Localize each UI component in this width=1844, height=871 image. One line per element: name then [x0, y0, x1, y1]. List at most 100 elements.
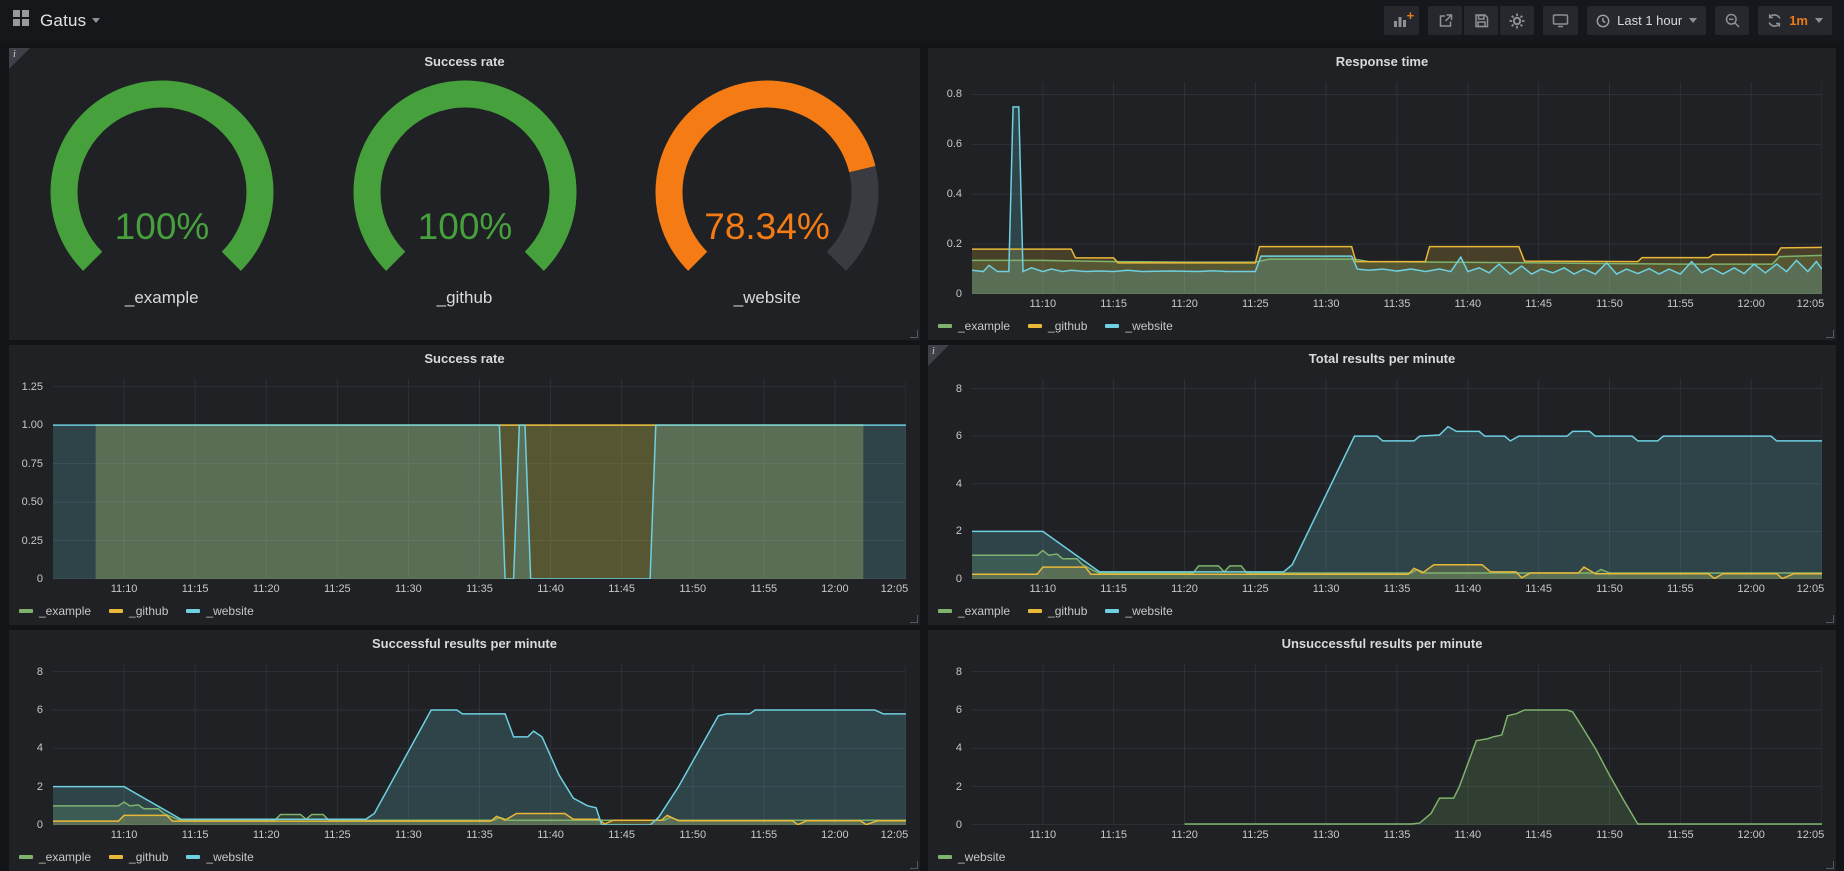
x-tick-label: 11:40 [537, 583, 564, 595]
legend-color-dash [186, 855, 200, 859]
share-button[interactable] [1428, 6, 1462, 35]
gauge-label: _website [617, 288, 917, 308]
y-tick-label: 0.6 [947, 138, 962, 150]
x-tick-label: 11:10 [1029, 829, 1056, 841]
x-tick-label: 11:50 [1596, 829, 1623, 841]
x-tick-label: 11:40 [1454, 829, 1481, 841]
tv-mode-button[interactable] [1543, 6, 1578, 35]
legend-item-_example[interactable]: _example [19, 850, 91, 864]
legend-item-_website[interactable]: _website [1105, 319, 1172, 333]
legend-label: _website [1125, 319, 1172, 333]
legend-color-dash [109, 609, 123, 613]
x-axis-labels: 11:1011:1511:2011:2511:3011:3511:4011:45… [972, 829, 1822, 843]
legend-label: _website [1125, 604, 1172, 618]
legend-label: _example [39, 850, 91, 864]
panel-total-results: i Total results per minute 0246811:1011:… [928, 345, 1836, 625]
y-axis-labels: 00.20.40.60.8 [936, 82, 968, 294]
x-tick-label: 11:50 [679, 583, 706, 595]
legend-item-_example[interactable]: _example [938, 319, 1010, 333]
legend-item-_website[interactable]: _website [186, 604, 253, 618]
x-tick-label: 11:35 [1384, 298, 1411, 310]
x-tick-label: 12:05 [881, 583, 909, 595]
x-tick-label: 11:45 [1525, 829, 1552, 841]
chevron-down-icon [1815, 18, 1823, 23]
legend-color-dash [1105, 609, 1119, 613]
x-tick-label: 11:20 [1171, 298, 1198, 310]
x-tick-label: 12:05 [1797, 829, 1825, 841]
panel-title[interactable]: Unsuccessful results per minute [928, 630, 1836, 656]
legend-label: _github [129, 604, 168, 618]
refresh-interval-label: 1m [1789, 13, 1808, 28]
share-icon [1438, 13, 1453, 28]
gauge-label: _github [315, 288, 615, 308]
legend-item-_example[interactable]: _example [938, 604, 1010, 618]
y-tick-label: 0.4 [947, 188, 962, 200]
x-tick-label: 11:15 [1100, 298, 1127, 310]
panel-success-rate-gauges: i Success rate 100%_example100%_github78… [9, 48, 920, 340]
legend-item-_example[interactable]: _example [19, 604, 91, 618]
add-panel-button[interactable]: + [1384, 6, 1419, 35]
legend-item-_github[interactable]: _github [1028, 319, 1087, 333]
legend-color-dash [1028, 609, 1042, 613]
time-range-label: Last 1 hour [1617, 13, 1682, 28]
time-range-button[interactable]: Last 1 hour [1587, 6, 1706, 35]
legend-color-dash [938, 609, 952, 613]
dashboards-grid-icon[interactable] [12, 9, 30, 32]
y-tick-label: 0 [37, 573, 43, 585]
x-tick-label: 12:00 [821, 583, 849, 595]
plot-area[interactable] [972, 379, 1822, 579]
legend-item-_website[interactable]: _website [186, 850, 253, 864]
y-axis-labels: 02468 [936, 379, 968, 579]
x-tick-label: 11:20 [1171, 829, 1198, 841]
panel-title[interactable]: Response time [928, 48, 1836, 74]
gauge-value: 78.34% [705, 206, 831, 247]
x-tick-label: 11:45 [608, 583, 635, 595]
x-tick-label: 11:50 [1596, 583, 1623, 595]
legend-color-dash [1105, 324, 1119, 328]
x-tick-label: 11:25 [1242, 298, 1269, 310]
refresh-button[interactable]: 1m [1758, 6, 1832, 35]
dashboard-title-dropdown[interactable]: Gatus [40, 11, 100, 31]
x-tick-label: 11:30 [395, 583, 422, 595]
y-tick-label: 1.25 [22, 381, 43, 393]
settings-button[interactable] [1500, 6, 1534, 35]
x-tick-label: 11:55 [1667, 298, 1694, 310]
x-tick-label: 11:10 [1029, 298, 1056, 310]
legend-color-dash [19, 609, 33, 613]
plot-area[interactable] [53, 664, 906, 825]
x-tick-label: 11:55 [750, 583, 777, 595]
series-fill-_website [1185, 710, 1823, 825]
legend-item-_github[interactable]: _github [1028, 604, 1087, 618]
legend-item-_github[interactable]: _github [109, 604, 168, 618]
plot-area[interactable] [53, 379, 906, 579]
legend-label: _website [206, 850, 253, 864]
y-tick-label: 2 [956, 525, 962, 537]
x-tick-label: 11:40 [537, 829, 564, 841]
x-tick-label: 11:20 [253, 583, 280, 595]
legend-item-_github[interactable]: _github [109, 850, 168, 864]
plot-area[interactable] [972, 664, 1822, 825]
y-tick-label: 8 [956, 666, 962, 678]
y-tick-label: 8 [37, 666, 43, 678]
save-button[interactable] [1464, 6, 1498, 35]
y-tick-label: 0.8 [947, 88, 962, 100]
legend-label: _website [958, 850, 1005, 864]
zoom-out-button[interactable] [1715, 6, 1749, 35]
panel-title[interactable]: Success rate [9, 48, 920, 74]
chart-legend: _example _github _website [938, 318, 1173, 334]
x-tick-label: 11:55 [1667, 583, 1694, 595]
gauge-_example: 100%_example [12, 74, 312, 308]
plot-area[interactable] [972, 82, 1822, 294]
panel-title[interactable]: Successful results per minute [9, 630, 920, 656]
x-tick-label: 11:30 [1313, 298, 1340, 310]
y-tick-label: 4 [956, 742, 962, 754]
legend-color-dash [186, 609, 200, 613]
x-tick-label: 11:10 [1029, 583, 1056, 595]
legend-item-_website[interactable]: _website [1105, 604, 1172, 618]
y-tick-label: 4 [37, 742, 43, 754]
panel-title[interactable]: Total results per minute [928, 345, 1836, 371]
x-tick-label: 11:25 [1242, 583, 1269, 595]
x-tick-label: 11:40 [1454, 583, 1481, 595]
panel-title[interactable]: Success rate [9, 345, 920, 371]
legend-item-_website[interactable]: _website [938, 850, 1005, 864]
